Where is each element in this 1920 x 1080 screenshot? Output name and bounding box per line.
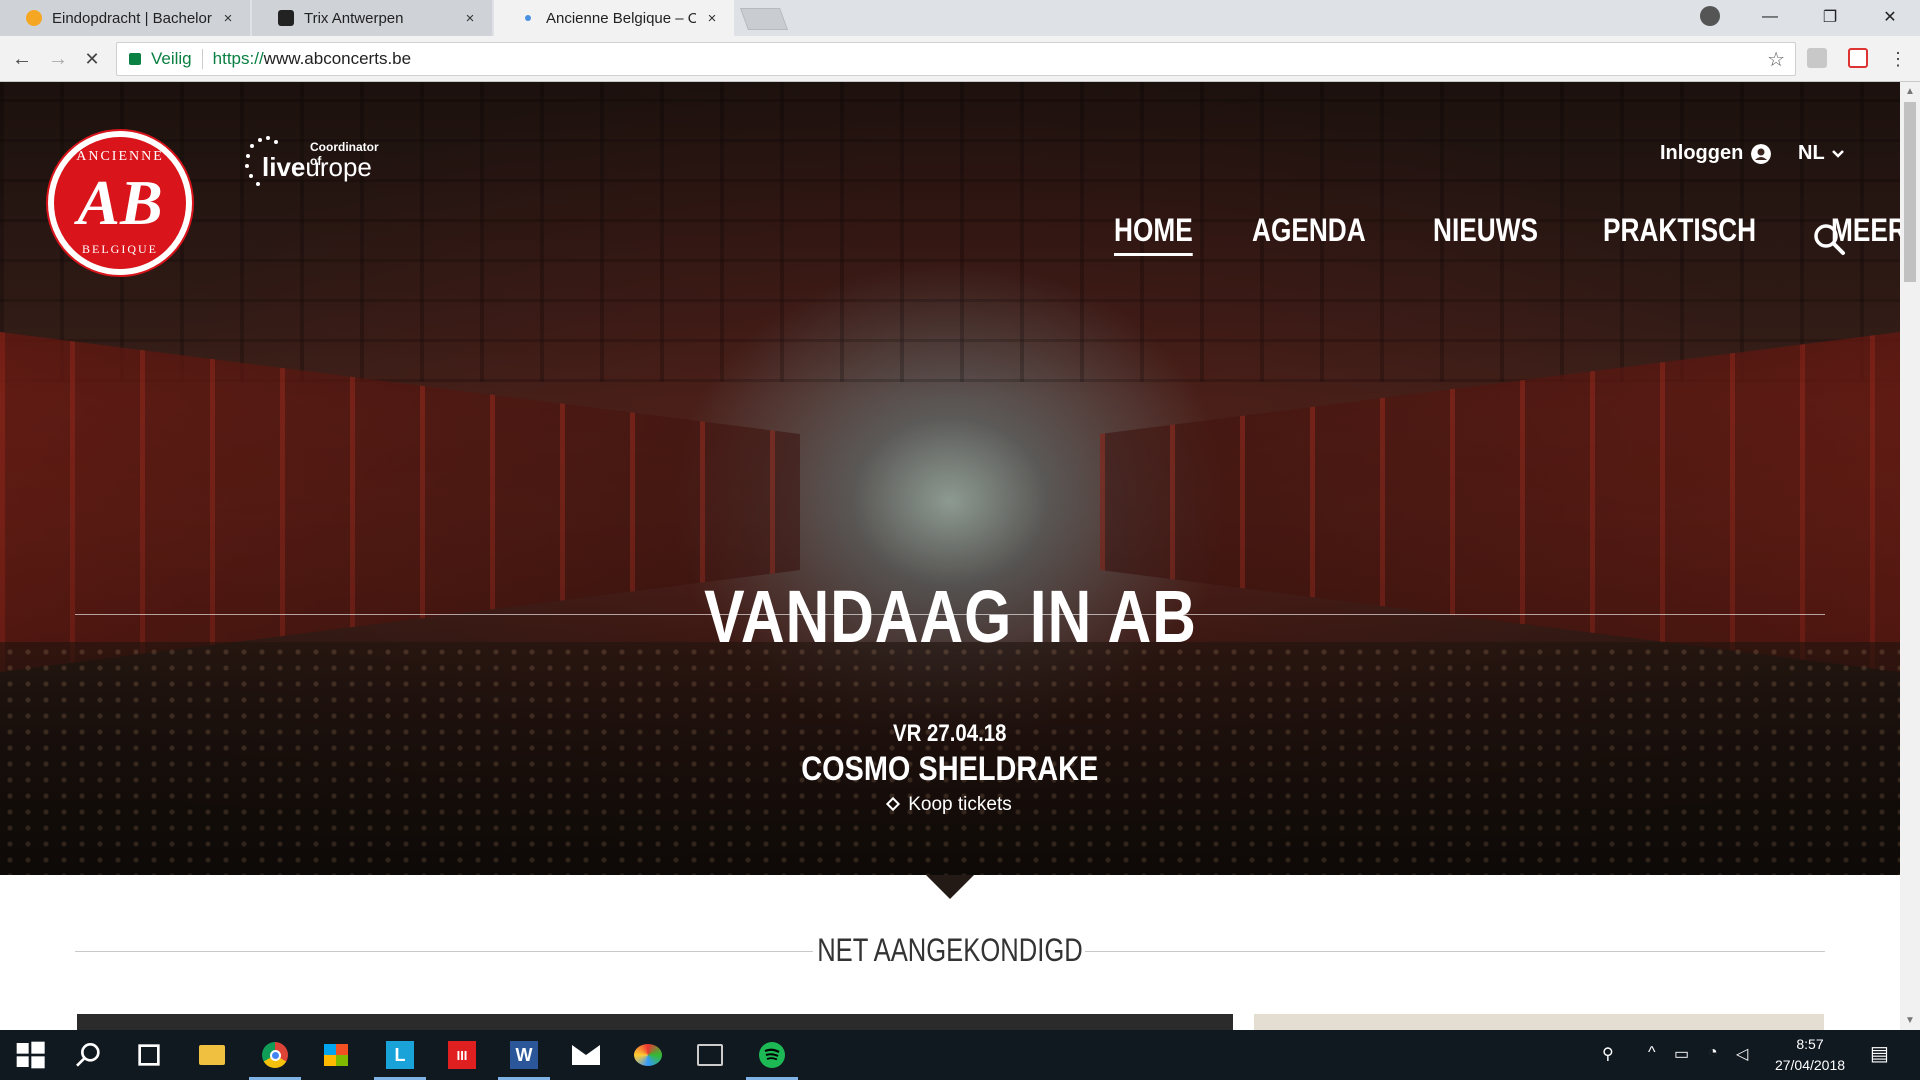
ticket-diamond-icon [886,796,901,812]
page-scrollbar[interactable]: ▲ ▼ [1900,82,1920,1030]
liveurope-live: live [262,152,306,182]
clock-date: 27/04/2018 [1774,1057,1846,1073]
app-l-icon[interactable]: L [374,1039,426,1080]
restore-button[interactable]: ❐ [1800,0,1860,34]
file-explorer-icon[interactable] [196,1039,228,1071]
browser-tab-strip: Eindopdracht | Bachelor o × Trix Antwerp… [0,0,1920,36]
user-icon [1751,143,1772,164]
tab-title: Trix Antwerpen [304,9,404,27]
tab-close-icon[interactable]: × [704,10,720,27]
liveurope-logo[interactable]: Coordinator of liveurope [240,132,390,192]
volume-icon[interactable]: ◁ [1736,1044,1748,1064]
hero-title: VANDAAG IN AB [703,575,1197,658]
scroll-up-icon[interactable]: ▲ [1900,86,1920,97]
search-icon[interactable] [73,1039,105,1071]
chevron-down-icon [1831,149,1844,158]
ab-logo[interactable]: ANCIENNE AB BELGIQUE [48,131,192,275]
tab-title: Ancienne Belgique – Offi [546,9,696,27]
browser-toolbar: ← → ✕ Veilig https://www.abconcerts.be ☆… [0,36,1920,82]
mail-icon[interactable] [570,1039,602,1071]
back-button[interactable]: ← [10,46,34,72]
tab-loading-icon [525,15,531,21]
logo-monogram: AB [77,167,163,238]
chrome-icon[interactable] [249,1039,301,1080]
browser-tab-1[interactable]: Eindopdracht | Bachelor o × [0,0,250,36]
tray-chevron-up-icon[interactable]: ^ [1648,1044,1656,1062]
nav-agenda[interactable]: AGENDA [1252,212,1366,256]
tab-close-icon[interactable]: × [462,10,478,27]
divider [201,49,203,69]
section-title: NET AANGEKONDIGD [817,932,1083,968]
language-selector[interactable]: NL [1798,142,1845,165]
section-header: NET AANGEKONDIGD [75,932,1825,972]
task-view-icon[interactable] [133,1039,165,1071]
logo-text-top: ANCIENNE [76,149,164,164]
event-date: VR 27.04.18 [893,720,1007,747]
liveurope-europe: urope [305,152,372,182]
forward-button[interactable]: → [46,46,70,72]
event-name[interactable]: COSMO SHELDRAKE [801,750,1098,789]
address-bar[interactable]: Veilig https://www.abconcerts.be ☆ [116,42,1796,76]
buy-tickets-label: Koop tickets [908,794,1012,815]
language-label: NL [1798,142,1825,164]
announcement-card-image[interactable] [77,1014,1233,1030]
liveurope-wordmark: liveurope [262,152,372,183]
nav-nieuws[interactable]: NIEUWS [1433,212,1538,256]
paint-icon[interactable] [632,1039,664,1071]
tab-title: Eindopdracht | Bachelor o [52,9,212,27]
snipping-tool-icon[interactable] [694,1039,726,1071]
spotify-icon[interactable] [746,1039,798,1080]
taskbar-clock[interactable]: 8:57 27/04/2018 [1760,1034,1860,1076]
app-red-icon[interactable]: III [446,1039,478,1071]
nav-praktisch[interactable]: PRAKTISCH [1603,212,1756,256]
web-page: ANCIENNE AB BELGIQUE Coordinator of live… [0,82,1900,1030]
hero-banner: ANCIENNE AB BELGIQUE Coordinator of live… [0,82,1900,875]
people-icon[interactable]: ⚲ [1602,1044,1614,1064]
event-name-wrap: COSMO SHELDRAKE [0,750,1900,789]
action-center-icon[interactable]: ▤ [1870,1041,1889,1066]
stop-loading-button[interactable]: ✕ [80,46,104,72]
tab-favicon-icon [26,10,42,26]
buy-tickets-link[interactable]: Koop tickets [0,794,1900,816]
close-window-button[interactable]: ✕ [1860,0,1920,34]
new-tab-button[interactable] [739,8,789,30]
battery-icon[interactable]: ▭ [1674,1044,1689,1064]
tab-close-icon[interactable]: × [220,10,236,27]
browser-menu-icon[interactable]: ⋮ [1886,46,1910,72]
hero-down-arrow-icon [926,875,974,899]
word-icon[interactable]: W [498,1039,550,1080]
url-host: www.abconcerts.be [263,49,412,68]
login-link[interactable]: Inloggen [1660,142,1772,165]
browser-tab-2[interactable]: Trix Antwerpen × [252,0,492,36]
announcement-card-image[interactable] [1254,1014,1824,1030]
profile-icon[interactable] [1700,6,1720,26]
clock-time: 8:57 [1796,1036,1824,1052]
windows-taskbar: L III W ⚲ ^ ▭ ◔ ◁ 8:57 27/04/2018 ▤ [0,1030,1920,1080]
tab-favicon-icon [278,10,294,26]
logo-text-bottom: BELGIQUE [82,242,158,256]
login-label: Inloggen [1660,142,1744,164]
section-title-wrap: NET AANGEKONDIGD [75,932,1825,969]
nav-home[interactable]: HOME [1114,212,1193,256]
url-scheme: https:// [212,49,264,68]
browser-tab-3[interactable]: Ancienne Belgique – Offi × [494,0,734,36]
lock-icon [129,53,141,65]
scroll-down-icon[interactable]: ▼ [1900,1015,1920,1026]
bookmark-star-icon[interactable]: ☆ [1767,47,1785,72]
minimize-button[interactable]: — [1740,0,1800,34]
hero-title-wrap: VANDAAG IN AB [0,574,1900,659]
main-navigation: HOME AGENDA NIEUWS PRAKTISCH MEER [1114,212,1900,256]
scrollbar-thumb[interactable] [1904,102,1916,282]
wifi-icon[interactable]: ◔ [1708,1044,1718,1062]
windows-start-icon[interactable] [14,1039,46,1071]
extension-pocket-icon[interactable] [1848,48,1868,68]
security-label: Veilig [151,49,192,68]
search-icon[interactable] [1812,222,1846,256]
extension-pdf-icon[interactable] [1807,48,1827,68]
store-icon[interactable] [320,1039,352,1071]
event-date-wrap: VR 27.04.18 [0,720,1900,748]
